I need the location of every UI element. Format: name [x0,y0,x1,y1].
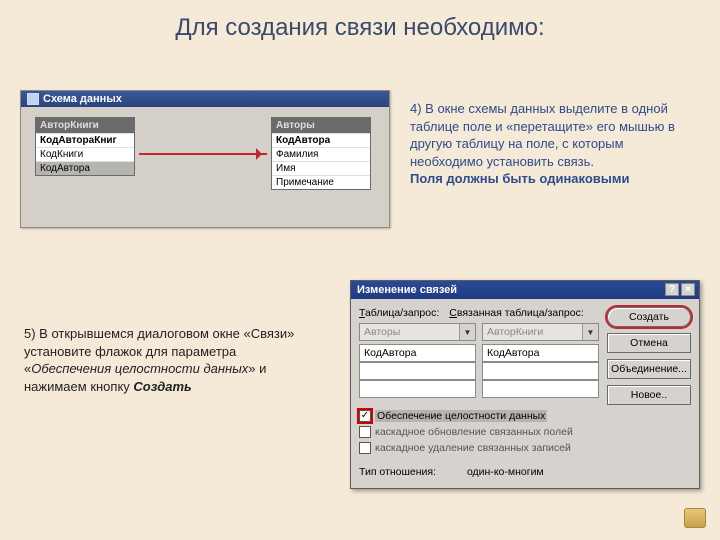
page-title: Для создания связи необходимо: [0,0,720,52]
close-icon[interactable]: × [681,283,695,296]
dialog-body: ТТаблица/запрос:аблица/запрос: Связанная… [351,299,699,488]
table-row[interactable]: КодКниги [36,147,134,161]
combo-table[interactable]: Авторы ▼ [359,323,476,341]
relation-type: Тип отношения: один-ко-многим [359,466,691,478]
combo-value: Авторы [364,326,400,338]
dialog-buttons: Создать Отмена Объединение... Новое.. [607,307,691,405]
table-row[interactable]: КодАвтора [36,161,134,175]
schema-body: АвторКниги КодАвтораКниг КодКниги КодАвт… [21,107,389,227]
field-left[interactable]: КодАвтора [359,344,476,362]
table-row[interactable]: КодАвтораКниг [36,133,134,147]
dialog-caption: Изменение связей [357,284,457,296]
table-header: АвторКниги [36,118,134,133]
table-avtory[interactable]: Авторы КодАвтора Фамилия Имя Примечание [271,117,371,190]
reltype-value: один-ко-многим [467,466,544,478]
label-linked: Связанная таблица/запрос: [449,307,583,319]
checkbox-integrity[interactable] [359,410,371,422]
table-row[interactable]: КодАвтора [272,133,370,147]
step4-bold: Поля должны быть одинаковыми [410,171,630,186]
drag-arrow-icon [139,153,267,155]
field-blank[interactable]: . [359,380,476,398]
home-icon[interactable] [684,508,706,528]
schema-icon [27,93,39,105]
checkbox-label: каскадное обновление связанных полей [375,426,573,438]
help-icon[interactable]: ? [665,283,679,296]
step5-btn: Создать [133,379,191,394]
dialog-titlebar: Изменение связей ? × [351,281,699,299]
checkbox-label: каскадное удаление связанных записей [375,442,571,454]
schema-caption: Схема данных [43,93,122,105]
checkbox-cascade-update[interactable] [359,426,371,438]
reltype-label: Тип отношения: [359,466,436,478]
field-blank[interactable]: . [482,380,599,398]
checkbox-cascade-delete[interactable] [359,442,371,454]
edit-relations-dialog: Изменение связей ? × ТТаблица/запрос:абл… [350,280,700,489]
new-button[interactable]: Новое.. [607,385,691,405]
schema-titlebar: Схема данных [21,91,389,107]
combo-linked-table[interactable]: АвторКниги ▼ [482,323,599,341]
chevron-down-icon[interactable]: ▼ [459,324,475,340]
step4-body: 4) В окне схемы данных выделите в одной … [410,101,675,169]
table-header: Авторы [272,118,370,133]
join-button[interactable]: Объединение... [607,359,691,379]
label-table: ТТаблица/запрос:аблица/запрос: [359,307,439,319]
combo-value: АвторКниги [487,326,543,338]
step5-em: Обеспечения целостности данных [31,361,248,376]
checkbox-cascade-delete-row[interactable]: каскадное удаление связанных записей [359,442,691,454]
window-controls: ? × [665,283,695,296]
checkbox-integrity-row[interactable]: Обеспечение целостности данных [359,410,691,422]
chevron-down-icon[interactable]: ▼ [582,324,598,340]
table-row[interactable]: Примечание [272,175,370,189]
checkbox-integrity-label: Обеспечение целостности данных [375,410,547,422]
step4-text: 4) В окне схемы данных выделите в одной … [410,100,700,188]
cancel-button[interactable]: Отмена [607,333,691,353]
table-avtorknigi[interactable]: АвторКниги КодАвтораКниг КодКниги КодАвт… [35,117,135,176]
schema-window: Схема данных АвторКниги КодАвтораКниг Ко… [20,90,390,228]
field-blank[interactable]: . [482,362,599,380]
create-button[interactable]: Создать [607,307,691,327]
field-right[interactable]: КодАвтора [482,344,599,362]
checkbox-cascade-update-row[interactable]: каскадное обновление связанных полей [359,426,691,438]
step5-text: 5) В открывшемся диалоговом окне «Связи»… [24,325,324,395]
table-row[interactable]: Фамилия [272,147,370,161]
table-row[interactable]: Имя [272,161,370,175]
field-blank[interactable]: . [359,362,476,380]
